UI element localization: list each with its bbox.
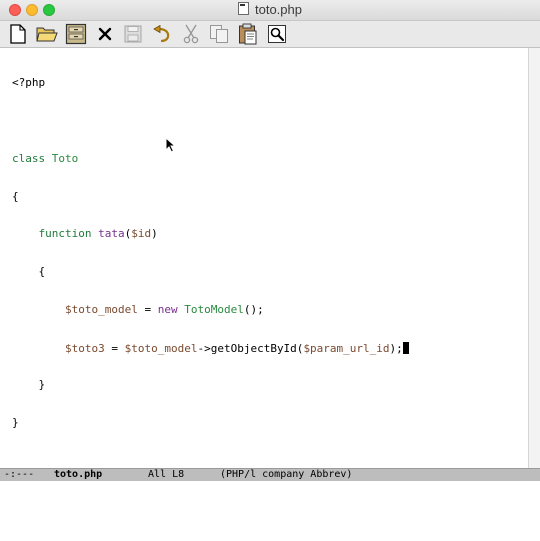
open-folder-icon xyxy=(36,27,58,42)
vertical-scrollbar[interactable] xyxy=(528,48,540,468)
function-name: tata xyxy=(98,227,125,241)
new-document-icon xyxy=(10,24,26,44)
modeline-buffer-name[interactable]: toto.php xyxy=(54,469,102,481)
floppy-disk-icon xyxy=(124,25,142,43)
code-text[interactable]: <?php class Toto { function tata($id) { … xyxy=(12,52,409,468)
close-buffer-button[interactable] xyxy=(94,23,116,45)
dired-button[interactable] xyxy=(65,23,87,45)
code-line: class Toto xyxy=(12,151,409,166)
undo-arrow-icon xyxy=(153,25,170,43)
code-line: function tata($id) xyxy=(38,227,158,241)
clipboard-icon xyxy=(239,23,257,45)
scissors-icon xyxy=(183,24,199,44)
code-line: $toto_model = new TotoModel(); xyxy=(64,302,264,316)
magnifier-icon xyxy=(268,25,286,43)
code-line: $toto3 = $toto_model->getObjectById($par… xyxy=(12,341,409,354)
class-name: Toto xyxy=(51,151,79,165)
copy-button[interactable] xyxy=(208,23,230,45)
modeline-modes[interactable]: (PHP/l company Abbrev) xyxy=(220,469,352,481)
new-file-button[interactable] xyxy=(7,23,29,45)
code-line: { xyxy=(12,265,46,279)
text-cursor xyxy=(402,341,409,354)
modeline-position: All L8 xyxy=(148,469,185,480)
variable-id: $id xyxy=(131,227,152,241)
window-title-wrap: toto.php xyxy=(0,2,540,17)
search-button[interactable] xyxy=(266,23,288,45)
code-line: { xyxy=(12,189,19,203)
toolbar xyxy=(0,21,540,48)
mode-line: -:--- toto.php All L8 (PHP/l company Abb… xyxy=(0,468,540,481)
save-button[interactable] xyxy=(122,23,144,45)
keyword-class: class xyxy=(12,151,46,165)
code-line: <?php xyxy=(12,76,46,90)
keyword-function: function xyxy=(38,227,92,241)
modeline-state: -:--- xyxy=(4,469,35,480)
paste-button[interactable] xyxy=(237,23,259,45)
emacs-window: toto.php <?php class Toto {function tat… xyxy=(0,0,540,481)
editor-buffer[interactable]: <?php class Toto { function tata($id) { … xyxy=(0,48,528,468)
cut-button[interactable] xyxy=(180,23,202,45)
undo-button[interactable] xyxy=(151,23,173,45)
window-title: toto.php xyxy=(255,2,302,17)
mouse-pointer-icon xyxy=(165,137,177,153)
document-proxy-icon[interactable] xyxy=(238,2,249,15)
title-bar[interactable]: toto.php xyxy=(0,0,540,21)
x-icon xyxy=(98,27,112,41)
code-line: } xyxy=(12,416,19,430)
open-file-button[interactable] xyxy=(36,23,58,45)
code-line: } xyxy=(12,378,46,392)
copy-pages-icon xyxy=(210,25,228,43)
file-cabinet-icon xyxy=(65,23,87,45)
